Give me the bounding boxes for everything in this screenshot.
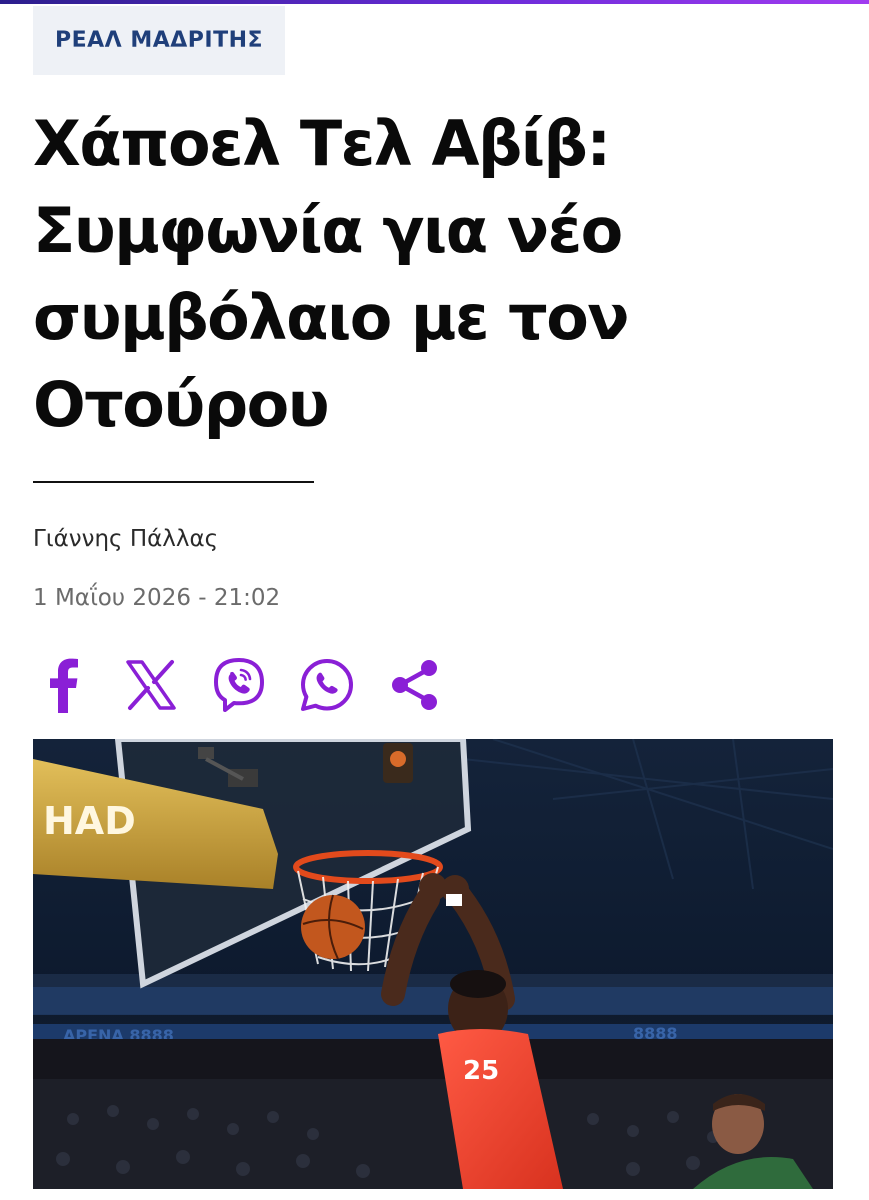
category-tag[interactable]: ΡΕΑΛ ΜΑΔΡΙΤΗΣ [33, 6, 285, 75]
title-line: συμβόλαιο με τον [33, 281, 630, 354]
title-divider [33, 481, 314, 483]
viber-icon [214, 658, 264, 712]
share-icon [392, 660, 437, 710]
share-more-button[interactable] [385, 655, 445, 715]
whatsapp-icon [301, 659, 353, 711]
share-x-button[interactable] [121, 655, 181, 715]
title-line: Χάποελ Τελ Αβίβ: [33, 107, 611, 180]
share-viber-button[interactable] [209, 655, 269, 715]
title-line: Συμφωνία για νέο [33, 194, 623, 267]
share-bar [33, 655, 473, 715]
facebook-icon [50, 658, 78, 713]
category-label: ΡΕΑΛ ΜΑΔΡΙΤΗΣ [54, 28, 264, 53]
basketball-dunk-photo: ΑΡΕΝΑ 8888 8888 HAD 25 [33, 739, 833, 1189]
publish-date: 1 Μαΐου 2026 - 21:02 [33, 585, 281, 611]
x-icon [126, 660, 176, 710]
jersey-number: 25 [463, 1056, 499, 1086]
share-facebook-button[interactable] [33, 655, 93, 715]
title-line: Οτούρου [33, 368, 330, 441]
hero-image[interactable]: ΑΡΕΝΑ 8888 8888 HAD 25 [33, 739, 833, 1189]
article-title: Χάποελ Τελ Αβίβ: Συμφωνία για νέο συμβόλ… [33, 100, 673, 448]
banner-text: HAD [43, 799, 136, 843]
top-accent-bar [0, 0, 869, 4]
share-whatsapp-button[interactable] [297, 655, 357, 715]
author-name[interactable]: Γιάννης Πάλλας [33, 526, 218, 552]
